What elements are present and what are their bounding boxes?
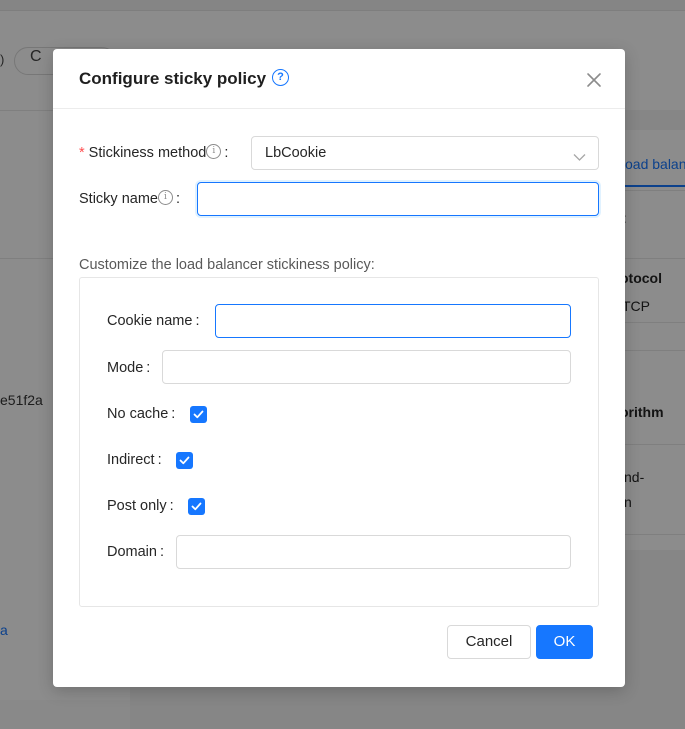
post-only-label: Post only: [107,498,174,514]
cookie-name-input[interactable] [215,304,571,338]
modal-header: Configure sticky policy ? [53,49,625,109]
indirect-checkbox[interactable] [176,452,193,469]
stickiness-method-value: LbCookie [265,145,327,161]
required-mark: * [79,145,85,161]
no-cache-label: No cache: [107,406,176,422]
info-icon[interactable]: i [157,189,173,205]
domain-label: Domain: [107,544,164,560]
domain-input[interactable] [176,535,571,569]
sticky-name-input[interactable] [197,182,599,216]
modal-title: Configure sticky policy [79,69,267,88]
chevron-down-icon [573,149,586,165]
indirect-label: Indirect: [107,452,162,468]
no-cache-checkbox[interactable] [190,406,207,423]
ok-button[interactable]: OK [536,625,593,659]
cookie-name-label: Cookie name: [107,313,200,329]
sticky-name-label: Sticky name i: [79,189,181,207]
cancel-button[interactable]: Cancel [447,625,531,659]
sticky-policy-modal: Configure sticky policy ? * Stickiness me… [53,49,625,687]
section-label: Customize the load balancer stickiness p… [79,257,375,273]
stickiness-method-label: * Stickiness method i: [79,143,229,161]
mode-label: Mode: [107,360,151,376]
stickiness-method-select[interactable]: LbCookie [251,136,599,170]
close-icon[interactable] [583,69,605,91]
help-icon[interactable]: ? [272,69,289,86]
mode-input[interactable] [162,350,571,384]
info-icon[interactable]: i [206,143,222,159]
post-only-checkbox[interactable] [188,498,205,515]
